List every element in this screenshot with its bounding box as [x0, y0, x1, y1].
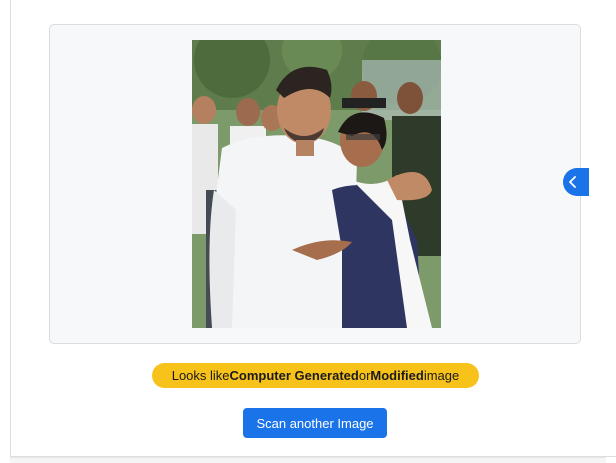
uploaded-photo	[192, 40, 441, 328]
page: Looks like Computer Generated or Modifie…	[0, 0, 616, 463]
result-term-generated: Computer Generated	[229, 368, 359, 383]
scan-another-image-button[interactable]: Scan another Image	[243, 408, 387, 438]
next-image-button[interactable]	[563, 168, 589, 196]
result-joiner: or	[358, 368, 371, 383]
image-viewer	[49, 24, 581, 344]
chevron-left-icon	[569, 176, 576, 188]
panel-border-left	[10, 0, 11, 463]
result-prefix: Looks like	[171, 368, 230, 383]
result-term-modified: Modified	[370, 368, 424, 383]
result-suffix: image	[423, 368, 460, 383]
next-panel-edge	[10, 457, 606, 463]
detection-result-badge: Looks like Computer Generated or Modifie…	[152, 363, 479, 388]
